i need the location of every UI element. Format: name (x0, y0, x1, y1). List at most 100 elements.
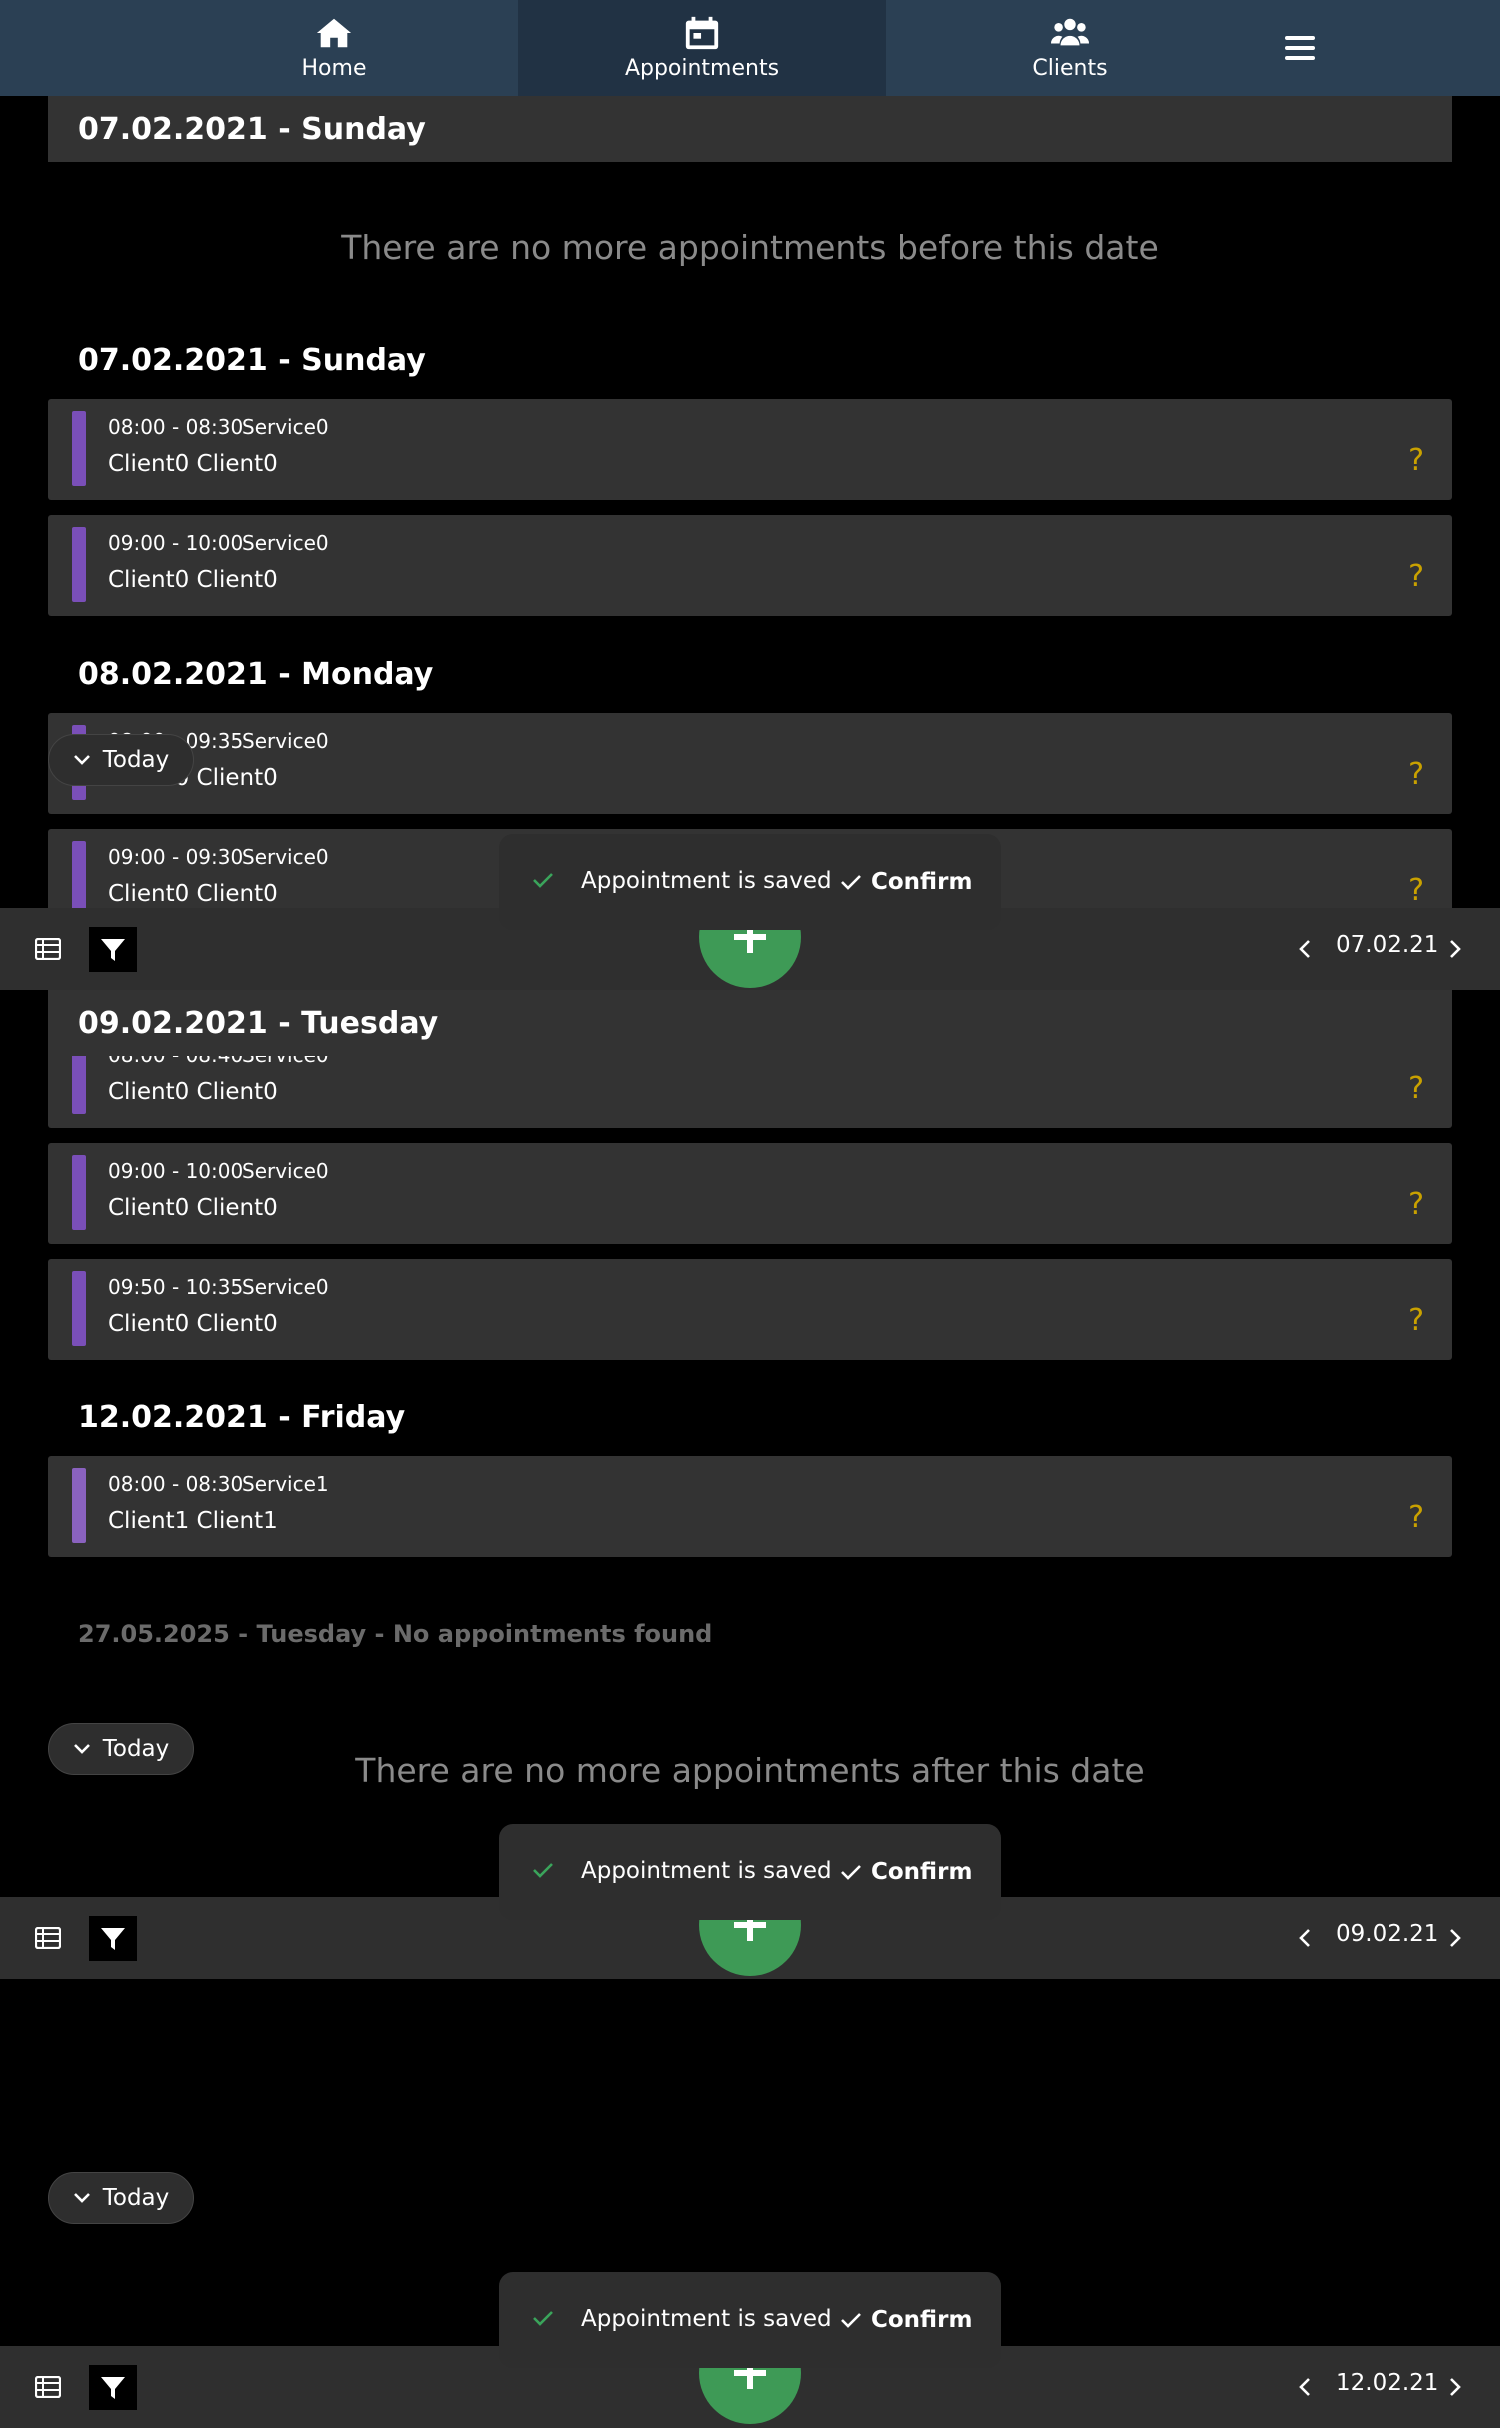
check-icon (841, 875, 861, 890)
appointment-service: Service0 (242, 415, 329, 439)
sticky-date-label: 09.02.2021 - Tuesday (78, 1006, 439, 1041)
next-date-button[interactable] (1440, 1920, 1470, 1956)
top-navigation: Home Appointments Clients (0, 0, 1500, 96)
appointment-client: Client0 Client0 (108, 1311, 278, 1337)
check-icon (533, 2311, 553, 2326)
users-icon (1051, 18, 1089, 45)
appointment-card[interactable]: 09:00 - 10:00 Service0 Client0 Client0 ? (48, 1143, 1452, 1244)
day-header: 08.02.2021 - Monday (78, 657, 434, 692)
calendar-icon (685, 16, 719, 49)
current-date[interactable]: 12.02.21 (1336, 2370, 1438, 2396)
previous-date-button[interactable] (1290, 1920, 1320, 1956)
appointment-card[interactable]: 08:00 - 09:35 Service0 Client0 Client0 ? (48, 713, 1452, 814)
current-date[interactable]: 09.02.21 (1336, 1921, 1438, 1947)
check-icon (533, 1863, 553, 1878)
today-label: Today (102, 747, 170, 773)
sticky-date-header: 09.02.2021 - Tuesday (48, 990, 1452, 1056)
status-unknown-icon: ? (1408, 1303, 1424, 1338)
status-unknown-icon: ? (1408, 1187, 1424, 1222)
scroll-to-today-button[interactable]: Today (48, 734, 194, 786)
hamburger-icon (1285, 36, 1315, 60)
list-view-button[interactable] (30, 931, 66, 967)
chevron-right-icon (1450, 940, 1461, 958)
toast-message: Appointment is saved (581, 868, 832, 894)
day-header: 12.02.2021 - Friday (78, 1400, 406, 1435)
toast-confirm-label: Confirm (871, 2307, 973, 2333)
filter-icon (101, 2376, 125, 2399)
chevron-down-icon (73, 2193, 90, 2203)
nav-home[interactable]: Home (150, 0, 518, 96)
toast-message: Appointment is saved (581, 2306, 832, 2332)
empty-day-label: 27.05.2025 - Tuesday - No appointments f… (78, 1620, 713, 1648)
appointment-client: Client0 Client0 (108, 567, 278, 593)
appointment-client: Client0 Client0 (108, 1195, 278, 1221)
service-color-bar (72, 411, 86, 486)
appointment-card[interactable]: 08:00 - 08:30 Service0 Client0 Client0 ? (48, 399, 1452, 500)
home-icon (316, 18, 352, 47)
appointment-client: Client1 Client1 (108, 1508, 278, 1534)
appointment-service: Service0 (242, 729, 329, 753)
chevron-down-icon (73, 1744, 90, 1754)
chevron-right-icon (1450, 1929, 1461, 1947)
filter-button[interactable] (89, 1916, 137, 1961)
check-icon (841, 2313, 861, 2328)
day-header: 07.02.2021 - Sunday (78, 343, 426, 378)
toast-confirm-button[interactable]: Confirm (839, 864, 972, 900)
toast-confirm-label: Confirm (871, 1859, 973, 1885)
status-unknown-icon: ? (1408, 443, 1424, 478)
appointment-client: Client0 Client0 (108, 1079, 278, 1105)
list-icon (35, 2376, 61, 2398)
status-unknown-icon: ? (1408, 873, 1424, 908)
current-date[interactable]: 07.02.21 (1336, 932, 1438, 958)
nav-appointments[interactable]: Appointments (518, 0, 886, 96)
service-color-bar (72, 841, 86, 916)
appointment-service: Service0 (242, 845, 329, 869)
appointment-time: 09:00 - 10:00 (108, 1159, 244, 1183)
appointment-card[interactable]: 08:00 - 08:30 Service1 Client1 Client1 ? (48, 1456, 1452, 1557)
chevron-left-icon (1299, 2378, 1310, 2396)
chevron-down-icon (73, 755, 90, 765)
nav-clients[interactable]: Clients (886, 0, 1254, 96)
previous-date-button[interactable] (1290, 931, 1320, 967)
scroll-to-today-button[interactable]: Today (48, 2172, 194, 2224)
chevron-right-icon (1450, 2378, 1461, 2396)
list-view-button[interactable] (30, 1920, 66, 1956)
next-date-button[interactable] (1440, 931, 1470, 967)
today-label: Today (102, 1736, 170, 1762)
appointment-client: Client0 Client0 (108, 881, 278, 907)
nav-home-label: Home (301, 55, 367, 81)
toast-confirm-button[interactable]: Confirm (839, 1854, 972, 1890)
appointment-time: 08:00 - 08:30 (108, 1472, 244, 1496)
toast-confirm-button[interactable]: Confirm (839, 2302, 972, 2338)
service-color-bar (72, 1468, 86, 1543)
service-color-bar (72, 527, 86, 602)
appointment-time: 09:00 - 09:30 (108, 845, 244, 869)
sticky-date-header: 07.02.2021 - Sunday (48, 96, 1452, 162)
appointment-card[interactable]: 09:50 - 10:35 Service0 Client0 Client0 ? (48, 1259, 1452, 1360)
appointment-service: Service0 (242, 531, 329, 555)
appointment-service: Service0 (242, 1159, 329, 1183)
appointment-service: Service1 (242, 1472, 329, 1496)
sticky-date-label: 07.02.2021 - Sunday (78, 112, 426, 147)
service-color-bar (72, 1155, 86, 1230)
filter-icon (101, 938, 125, 961)
next-date-button[interactable] (1440, 2369, 1470, 2405)
filter-button[interactable] (89, 927, 137, 972)
list-view-button[interactable] (30, 2369, 66, 2405)
appointment-client: Client0 Client0 (108, 451, 278, 477)
toast-notification: Appointment is saved Confirm (499, 834, 1001, 930)
toast-notification: Appointment is saved Confirm (499, 2272, 1001, 2368)
appointment-service: Service0 (242, 1275, 329, 1299)
filter-button[interactable] (89, 2365, 137, 2410)
scroll-to-today-button[interactable]: Today (48, 1723, 194, 1775)
filter-icon (101, 1927, 125, 1950)
appointment-time: 08:00 - 08:30 (108, 415, 244, 439)
appointment-card[interactable]: 09:00 - 10:00 Service0 Client0 Client0 ? (48, 515, 1452, 616)
toast-message: Appointment is saved (581, 1858, 832, 1884)
no-earlier-appointments-message: There are no more appointments before th… (341, 228, 1159, 267)
hamburger-menu-button[interactable] (1272, 20, 1328, 76)
previous-date-button[interactable] (1290, 2369, 1320, 2405)
check-icon (841, 1865, 861, 1880)
status-unknown-icon: ? (1408, 559, 1424, 594)
chevron-left-icon (1299, 1929, 1310, 1947)
